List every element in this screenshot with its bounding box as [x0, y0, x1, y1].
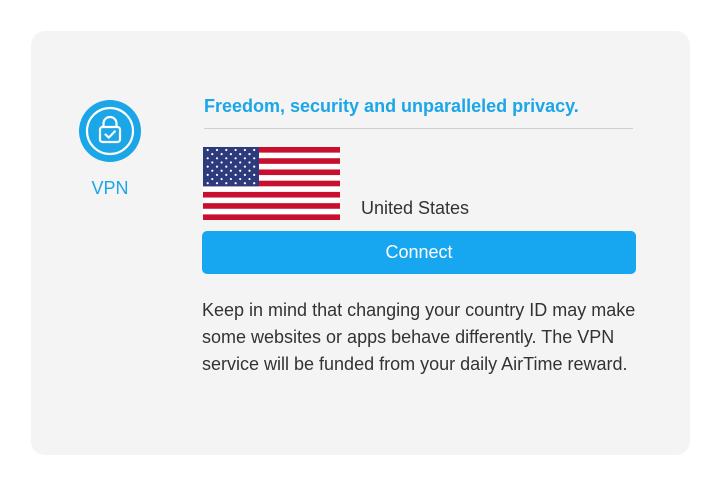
- country-name: United States: [361, 198, 470, 218]
- tagline: Freedom, security and unparalleled priva…: [204, 96, 579, 116]
- vpn-label: VPN: [91, 178, 129, 198]
- vpn-lock-icon: [79, 100, 141, 162]
- connect-button[interactable]: Connect: [202, 231, 636, 274]
- notice-text: Keep in mind that changing your country …: [202, 297, 642, 378]
- divider: [204, 128, 633, 129]
- notice-paragraph: Keep in mind that changing your country …: [202, 300, 636, 374]
- us-flag-icon[interactable]: [203, 147, 340, 220]
